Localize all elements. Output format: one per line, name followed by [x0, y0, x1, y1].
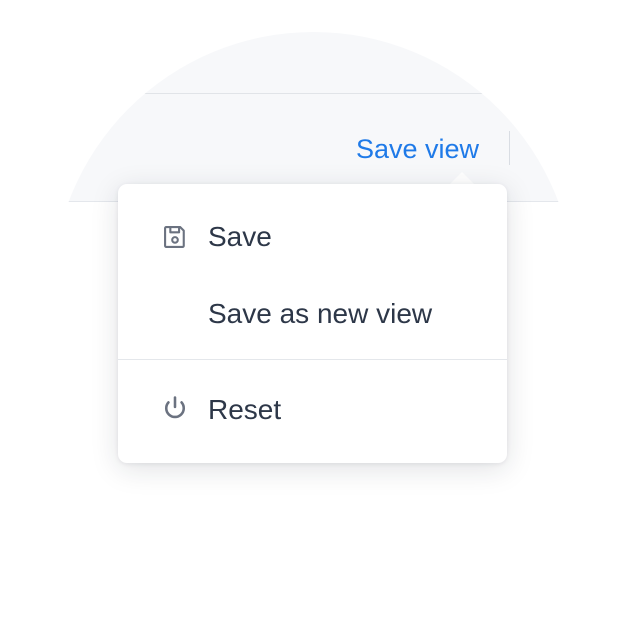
toolbar-separator — [509, 131, 510, 165]
menu-item-save[interactable]: Save — [118, 204, 507, 270]
menu-item-reset[interactable]: Reset — [118, 378, 507, 444]
toolbar-divider-line — [136, 93, 575, 94]
save-view-menu: Save Save as new view Reset — [118, 184, 507, 463]
menu-item-save-as-new-view[interactable]: Save as new view — [118, 282, 507, 348]
menu-item-label: Save — [208, 221, 272, 252]
screen: Save view Save Save as new view Reset — [0, 0, 627, 627]
save-icon — [164, 226, 185, 248]
next-toolbar-icon[interactable] — [538, 142, 552, 156]
menu-item-label: Reset — [208, 394, 282, 425]
toolbar: Save view — [52, 32, 575, 202]
menu-item-label: Save as new view — [208, 298, 433, 329]
save-view-button[interactable]: Save view — [356, 133, 479, 165]
menu-separator — [118, 359, 507, 360]
power-icon — [164, 396, 186, 419]
